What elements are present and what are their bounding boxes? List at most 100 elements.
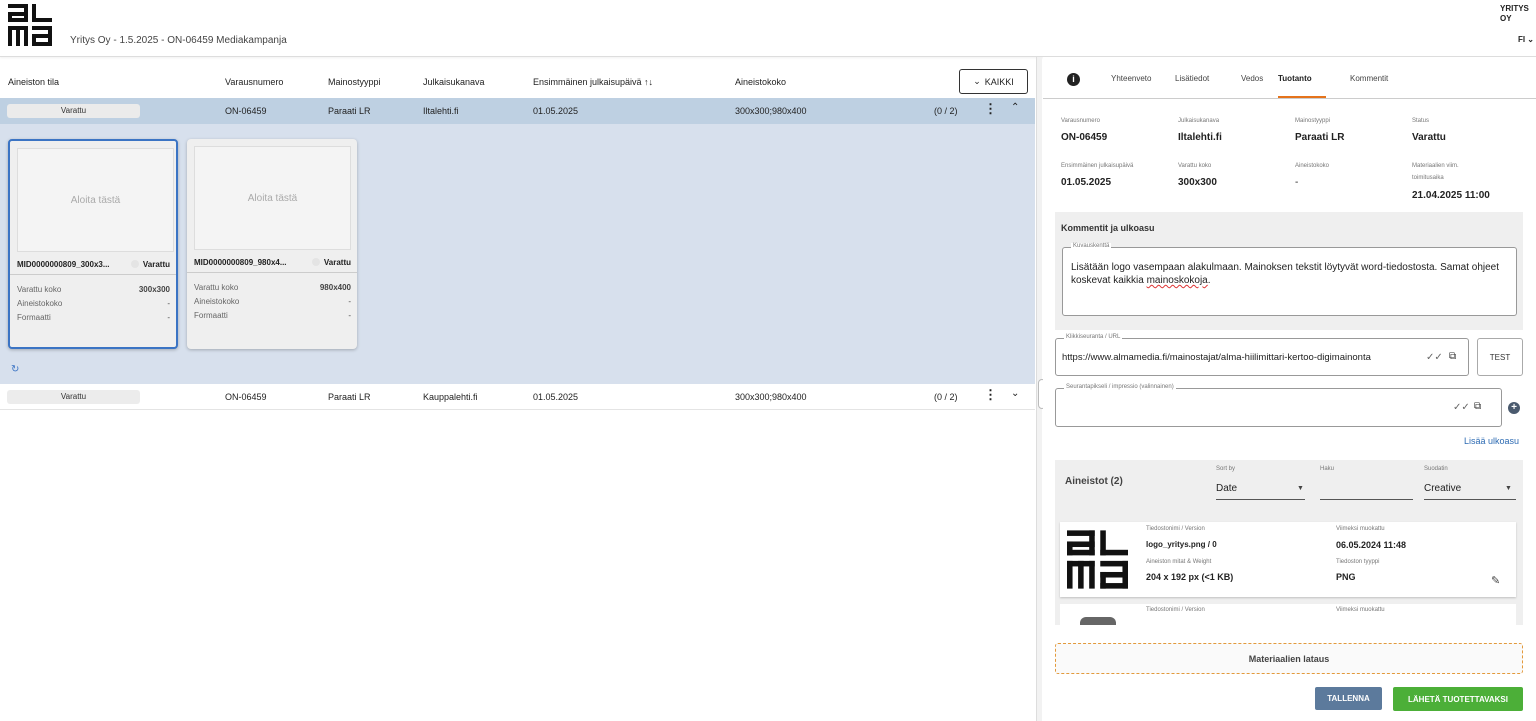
send-to-production-button[interactable]: LÄHETÄ TUOTETTAVAKSI	[1393, 687, 1523, 711]
card-divider	[187, 272, 357, 273]
col-first-date[interactable]: Ensimmäinen julkaisupäivä ↑↓	[533, 77, 653, 87]
add-pixel-icon[interactable]: +	[1508, 402, 1520, 414]
details-panel: i Yhteenveto Lisätiedot Vedos Tuotanto K…	[1043, 57, 1536, 721]
status-badge: Varattu	[7, 104, 140, 118]
card-reserved-label: Varattu koko	[194, 283, 239, 292]
row-first-date: 01.05.2025	[533, 392, 579, 402]
row-ad-type: Paraati LR	[328, 106, 371, 116]
card-material-size: Aineistokoko -	[194, 297, 351, 306]
chevron-down-icon[interactable]: ▼	[1505, 485, 1512, 492]
asset-file-label: Tiedostonimi / Version	[1146, 607, 1205, 613]
card-format-value: -	[348, 311, 351, 320]
row-expanded-panel: Aloita tästä MID0000000809_300x3... Vara…	[0, 124, 1035, 384]
card-size-label: Aineistokoko	[194, 297, 240, 306]
alma-logo	[8, 4, 52, 46]
tab-production[interactable]: Tuotanto	[1278, 74, 1312, 83]
channel-value: Iltalehti.fi	[1178, 132, 1222, 143]
copy-icon[interactable]: ⧉	[1474, 401, 1481, 412]
asset-modified-value: 06.05.2024 11:48	[1336, 540, 1407, 550]
card-reserved-size: Varattu koko 300x300	[17, 285, 170, 294]
card-material-size: Aineistokoko -	[17, 299, 170, 308]
asset-file-name: logo_yritys.png / 0	[1146, 540, 1217, 549]
col-channel[interactable]: Julkaisukanava	[423, 77, 485, 87]
filter-all-label: KAIKKI	[984, 76, 1014, 87]
deadline-value: 21.04.2025 11:00	[1412, 190, 1490, 201]
description-textarea[interactable]: Kuvauskenttä Lisätään logo vasempaan ala…	[1062, 243, 1517, 316]
chevron-down-icon[interactable]: ⌄	[1011, 388, 1019, 399]
material-size-value: -	[1295, 177, 1299, 188]
col-material-size[interactable]: Aineistokoko	[735, 77, 786, 87]
language-label: FI	[1517, 35, 1526, 44]
click-tracking-url: https://www.almamedia.fi/mainostajat/alm…	[1062, 352, 1371, 363]
row-count: (0 / 2)	[934, 106, 958, 116]
asset-file-label: Tiedostonimi / Version	[1146, 526, 1205, 532]
click-tracking-field[interactable]: Klikkiseuranta / URL https://www.almamed…	[1055, 334, 1469, 376]
chevron-down-icon: ⌄	[1527, 35, 1534, 44]
more-options-icon[interactable]: ⋮	[984, 102, 997, 115]
search-input[interactable]	[1320, 499, 1413, 500]
row-booking: ON-06459	[225, 106, 267, 116]
refresh-icon[interactable]: ↻	[11, 364, 19, 375]
tab-details[interactable]: Lisätiedot	[1175, 74, 1209, 83]
chevron-down-icon[interactable]: ▼	[1297, 485, 1304, 492]
top-bar: Yritys Oy - 1.5.2025 - ON-06459 Mediakam…	[0, 0, 1536, 57]
deadline-label-1: Materiaalien viim.	[1412, 163, 1459, 169]
card-size-label: Aineistokoko	[17, 299, 63, 308]
material-card[interactable]: Aloita tästä MID0000000809_980x4... Vara…	[187, 139, 357, 349]
card-status: Varattu	[131, 260, 170, 269]
more-options-icon[interactable]: ⋮	[984, 388, 997, 401]
row-size: 300x300;980x400	[735, 106, 807, 116]
file-icon	[1080, 617, 1116, 625]
table-row[interactable]: Varattu ON-06459 Paraati LR Kauppalehti.…	[0, 384, 1035, 410]
description-text-end: .	[1207, 275, 1211, 286]
filter-all-button[interactable]: ⌄ KAIKKI	[959, 69, 1028, 94]
col-material-status[interactable]: Aineiston tila	[8, 77, 59, 87]
save-button[interactable]: TALLENNA	[1315, 687, 1382, 710]
company-menu[interactable]: YRITYS OY	[1500, 4, 1532, 24]
tracking-pixel-field[interactable]: Seurantapikseli / impressio (valinnainen…	[1055, 384, 1502, 427]
language-selector[interactable]: FI ⌄	[1518, 35, 1534, 44]
asset-thumbnail	[1067, 530, 1128, 589]
card-status: Varattu	[312, 258, 351, 267]
sort-value[interactable]: Date	[1216, 483, 1237, 494]
sort-underline	[1216, 499, 1305, 500]
asset-dims-label: Aineiston mitat & Weight	[1146, 559, 1212, 565]
validate-icon[interactable]: ✓✓	[1426, 352, 1443, 363]
row-channel: Iltalehti.fi	[423, 106, 459, 116]
test-button[interactable]: TEST	[1477, 338, 1523, 376]
description-text-misspelled: mainoskokoja	[1146, 275, 1208, 286]
card-format-value: -	[167, 313, 170, 322]
copy-icon[interactable]: ⧉	[1449, 351, 1456, 362]
material-upload-area[interactable]: Materiaalien lataus	[1055, 643, 1523, 674]
validate-icon[interactable]: ✓✓	[1453, 402, 1470, 413]
description-text-main: Lisätään logo vasempaan alakulmaan. Main…	[1071, 262, 1500, 286]
tracking-pixel-legend: Seurantapikseli / impressio (valinnainen…	[1064, 384, 1176, 390]
table-row[interactable]: Varattu ON-06459 Paraati LR Iltalehti.fi…	[0, 98, 1035, 124]
asset-item[interactable]: Tiedostonimi / Version Viimeksi muokattu	[1060, 604, 1516, 625]
material-card[interactable]: Aloita tästä MID0000000809_300x3... Vara…	[8, 139, 178, 349]
col-booking-number[interactable]: Varausnumero	[225, 77, 283, 87]
status-label: Status	[1412, 118, 1430, 124]
card-format: Formaatti -	[194, 311, 351, 320]
booking-value: ON-06459	[1061, 132, 1108, 143]
info-icon[interactable]: i	[1067, 73, 1080, 86]
tab-comments[interactable]: Kommentit	[1350, 74, 1388, 83]
tab-proof[interactable]: Vedos	[1241, 74, 1263, 83]
card-start-area[interactable]: Aloita tästä	[17, 148, 174, 252]
firstdate-value: 01.05.2025	[1061, 177, 1112, 188]
col-ad-type[interactable]: Mainostyyppi	[328, 77, 381, 87]
asset-type-value: PNG	[1336, 572, 1356, 582]
add-layout-link[interactable]: Lisää ulkoasu	[1464, 436, 1519, 446]
adtype-value: Paraati LR	[1295, 132, 1345, 143]
asset-type-label: Tiedoston tyyppi	[1336, 559, 1380, 565]
description-text: Lisätään logo vasempaan alakulmaan. Main…	[1071, 261, 1508, 287]
card-format: Formaatti -	[17, 313, 170, 322]
edit-icon[interactable]: ✎	[1491, 574, 1500, 587]
asset-item[interactable]: Tiedostonimi / Version logo_yritys.png /…	[1060, 522, 1516, 597]
tab-summary[interactable]: Yhteenveto	[1111, 74, 1151, 83]
filter-value[interactable]: Creative	[1424, 483, 1461, 494]
sort-label: Sort by	[1216, 466, 1236, 472]
chevron-up-icon[interactable]: ⌃	[1011, 102, 1019, 113]
card-start-area[interactable]: Aloita tästä	[194, 146, 351, 250]
card-reserved-value: 980x400	[319, 283, 351, 292]
